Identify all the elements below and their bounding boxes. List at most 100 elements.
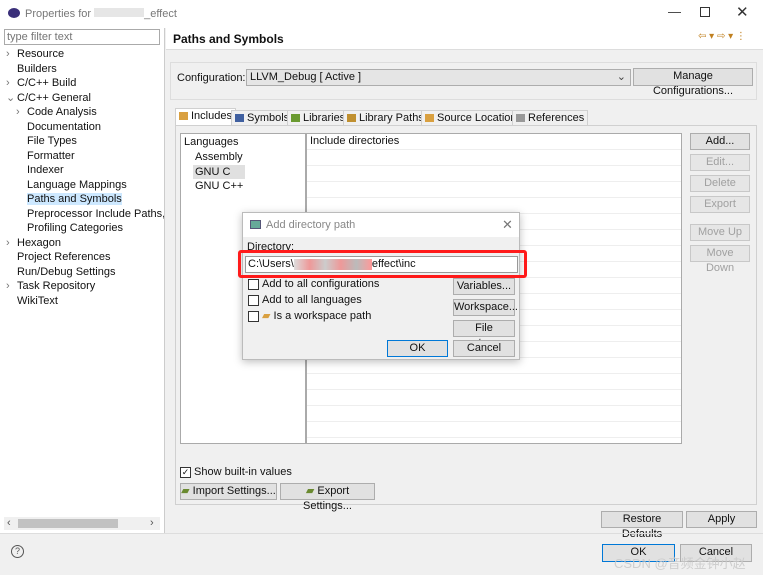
tree-item[interactable]: › Resource — [6, 47, 164, 62]
maximize-button[interactable] — [700, 7, 710, 17]
tab-references[interactable]: References — [512, 110, 589, 126]
redacted-name — [94, 8, 145, 17]
include-directories-header: Include directories — [307, 134, 681, 149]
tree-item[interactable]: WikiText — [6, 294, 164, 309]
tree-item[interactable]: Project References — [6, 250, 164, 265]
move-down-button[interactable]: Move Down — [690, 245, 750, 274]
scroll-thumb[interactable] — [18, 519, 118, 528]
expand-arrow-icon[interactable]: › — [6, 47, 17, 62]
checkbox-icon — [248, 278, 259, 290]
show-builtin-label: Show built-in values — [194, 466, 292, 478]
tree-item-label: Task Repository — [17, 280, 96, 292]
expand-arrow-icon[interactable]: › — [16, 105, 27, 120]
tree-item-label: Paths and Symbols — [27, 193, 122, 205]
expand-arrow-icon[interactable]: › — [6, 279, 17, 294]
expand-arrow-icon[interactable]: › — [6, 76, 17, 91]
variables-button[interactable]: Variables... — [453, 278, 515, 295]
add-directory-dialog: Add directory path ✕ Directory: C:\Users… — [238, 212, 527, 360]
tree-item[interactable]: Documentation — [6, 120, 164, 135]
workspace-button[interactable]: Workspace... — [453, 299, 518, 316]
tab-label: Source Location — [437, 112, 517, 124]
tree-item[interactable]: Formatter — [6, 149, 164, 164]
includes-icon — [179, 112, 188, 121]
tree-item[interactable]: Indexer — [6, 163, 164, 178]
tree-item[interactable]: Builders — [6, 62, 164, 77]
source-folder-icon — [425, 114, 434, 123]
language-item[interactable]: GNU C — [193, 164, 246, 179]
tree-item[interactable]: › Code Analysis — [6, 105, 164, 120]
minimize-button[interactable]: — — [668, 4, 681, 19]
file-system-button[interactable]: File system... — [453, 320, 515, 349]
tree-item[interactable]: Paths and Symbols — [6, 192, 164, 207]
tree-item-label: Run/Debug Settings — [17, 265, 116, 278]
scroll-left-icon[interactable]: ‹ — [7, 517, 11, 529]
apply-button[interactable]: Apply — [686, 511, 757, 528]
hash-icon — [235, 114, 244, 123]
expand-arrow-icon[interactable]: › — [6, 236, 17, 251]
dialog-cancel-button[interactable]: Cancel — [453, 340, 515, 357]
dialog-title: Add directory path — [266, 219, 356, 231]
filter-input[interactable] — [4, 29, 160, 45]
language-item[interactable]: Assembly — [193, 150, 245, 165]
move-up-button[interactable]: Move Up — [690, 224, 750, 241]
tab-library-paths[interactable]: Library Paths — [343, 110, 428, 126]
tree-item-label: Builders — [17, 62, 57, 75]
horizontal-scrollbar[interactable]: ‹ › — [4, 517, 160, 530]
export-icon: ▰ — [305, 485, 318, 497]
dialog-ok-button[interactable]: OK — [387, 340, 448, 357]
export-button[interactable]: Export — [690, 196, 750, 213]
tab-libraries[interactable]: Libraries — [287, 110, 350, 126]
import-label: Import Settings... — [192, 485, 276, 497]
help-icon[interactable]: ? — [11, 545, 24, 558]
separator — [0, 533, 763, 534]
export-settings-button[interactable]: ▰ Export Settings... — [280, 483, 375, 512]
show-builtin-checkbox[interactable]: ✓ Show built-in values — [180, 466, 292, 478]
dialog-close-button[interactable]: ✕ — [502, 217, 513, 233]
tree-item-label: Resource — [17, 48, 65, 60]
page-title: Paths and Symbols — [173, 32, 284, 46]
chevron-down-icon: ⌄ — [616, 71, 626, 83]
history-nav-icons[interactable]: ⇦ ▾ ⇨ ▾ ⋮ — [698, 31, 746, 42]
checkbox-label: Is a workspace path — [273, 310, 372, 322]
tree-item[interactable]: Preprocessor Include Paths, M — [6, 207, 164, 222]
edit-button[interactable]: Edit... — [690, 154, 750, 171]
tree-item-label: Preprocessor Include Paths, M — [27, 207, 164, 220]
tab-label: References — [528, 112, 585, 124]
preference-tree: › Resource Builders › C/C++ Build ⌄ C/C++ Gene… — [6, 47, 164, 308]
window-title: Properties for _effect — [25, 8, 177, 20]
library-icon — [291, 114, 300, 123]
scroll-right-icon[interactable]: › — [150, 517, 154, 529]
import-settings-button[interactable]: ▰ Import Settings... — [180, 483, 277, 500]
dialog-checkbox[interactable]: Add to all languages — [248, 294, 362, 306]
delete-button[interactable]: Delete — [690, 175, 750, 192]
tree-item[interactable]: › C/C++ Build — [6, 76, 164, 91]
language-item[interactable]: GNU C++ — [193, 179, 245, 194]
tab-symbols[interactable]: Symbols — [231, 110, 294, 126]
manage-configurations-button[interactable]: Manage Configurations... — [633, 68, 753, 97]
dialog-checkbox[interactable]: ▰ Is a workspace path — [248, 309, 371, 322]
tree-item[interactable]: Run/Debug Settings — [6, 265, 164, 280]
tree-item-label: Documentation — [27, 120, 101, 133]
checkbox-checked-icon: ✓ — [180, 466, 191, 478]
dialog-checkbox[interactable]: Add to all configurations — [248, 278, 379, 290]
language-items: Assembly GNU C GNU C++ — [193, 150, 246, 194]
restore-defaults-button[interactable]: Restore Defaults — [601, 511, 683, 540]
configuration-value: LLVM_Debug [ Active ] — [250, 71, 362, 83]
tree-item[interactable]: Profiling Categories — [6, 221, 164, 236]
expand-arrow-icon[interactable]: ⌄ — [6, 91, 17, 106]
checkbox-icon — [248, 310, 259, 322]
title-bar: Properties for _effect — ✕ — [0, 0, 763, 28]
add-button[interactable]: Add... — [690, 133, 750, 150]
tree-item-label: Project References — [17, 251, 111, 263]
configuration-select[interactable]: LLVM_Debug [ Active ] ⌄ — [246, 69, 631, 86]
tree-item[interactable]: File Types — [6, 134, 164, 149]
tree-item[interactable]: Language Mappings — [6, 178, 164, 193]
tree-item-label: C/C++ General — [17, 91, 91, 104]
tree-item[interactable]: › Task Repository — [6, 279, 164, 294]
tree-item[interactable]: › Hexagon — [6, 236, 164, 251]
tab-source-location[interactable]: Source Location — [421, 110, 521, 126]
tree-item[interactable]: ⌄ C/C++ General — [6, 91, 164, 106]
folder-icon — [347, 114, 356, 123]
tab-includes[interactable]: Includes — [175, 108, 236, 126]
close-button[interactable]: ✕ — [736, 3, 749, 21]
